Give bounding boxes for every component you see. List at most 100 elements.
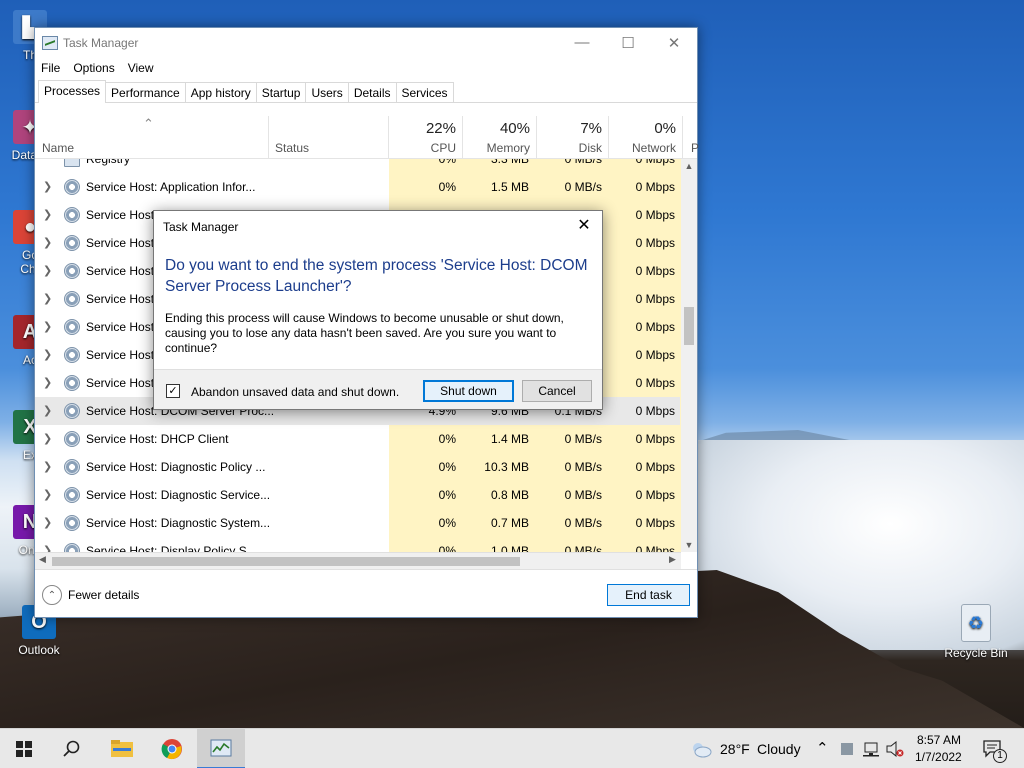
- expand-chevron-icon[interactable]: ❯: [43, 376, 52, 389]
- expand-chevron-icon[interactable]: ❯: [43, 516, 52, 529]
- tab-app-history[interactable]: App history: [184, 82, 257, 102]
- registry-icon: [64, 159, 80, 167]
- expand-chevron-icon[interactable]: ❯: [43, 404, 52, 417]
- search-icon: [63, 740, 80, 757]
- expand-chevron-icon[interactable]: ❯: [43, 460, 52, 473]
- notifications-button[interactable]: 1: [978, 729, 1008, 768]
- expand-chevron-icon[interactable]: ❯: [43, 208, 52, 221]
- volume-muted-icon[interactable]: [884, 729, 906, 768]
- chrome-button[interactable]: [148, 729, 196, 768]
- process-memory: 0.8 MB: [490, 488, 529, 502]
- vertical-scrollbar[interactable]: ▲ ▼: [681, 159, 697, 552]
- weather-icon[interactable]: [688, 729, 714, 768]
- process-cpu: 0%: [438, 516, 456, 530]
- tab-services[interactable]: Services: [395, 82, 454, 102]
- process-row[interactable]: ❯ Service Host: Application Infor... 0% 1.5…: [35, 173, 680, 201]
- column-cpu[interactable]: 22% CPU: [389, 116, 463, 159]
- process-name: Service Host: DHCP Client: [86, 432, 229, 446]
- process-network: 0 Mbps: [635, 264, 675, 278]
- scroll-right-icon[interactable]: ▶: [669, 554, 676, 565]
- cancel-button[interactable]: Cancel: [522, 380, 592, 402]
- scroll-left-icon[interactable]: ◀: [39, 554, 46, 565]
- tab-startup[interactable]: Startup: [255, 82, 307, 102]
- column-name[interactable]: Name: [35, 116, 269, 159]
- process-row[interactable]: ❯ Service Host: DHCP Client 0% 1.4 MB 0 MB/s…: [35, 425, 680, 453]
- horizontal-scroll-thumb[interactable]: [52, 557, 520, 566]
- column-power[interactable]: P: [683, 116, 700, 159]
- column-status[interactable]: Status: [269, 116, 389, 159]
- windows-logo-icon: [16, 741, 32, 757]
- fewer-details-button[interactable]: ⌃ Fewer details: [42, 585, 139, 605]
- column-disk[interactable]: 7% Disk: [537, 116, 609, 159]
- clock-date[interactable]: 1/7/2022: [915, 750, 962, 764]
- expand-chevron-icon[interactable]: ❯: [43, 488, 52, 501]
- tab-processes[interactable]: Processes: [38, 80, 107, 103]
- service-gear-icon: [64, 263, 80, 279]
- process-memory: 1.0 MB: [490, 544, 529, 552]
- abandon-data-label[interactable]: Abandon unsaved data and shut down.: [191, 385, 399, 399]
- folder-icon: [111, 740, 133, 757]
- expand-chevron-icon[interactable]: ❯: [43, 432, 52, 445]
- menu-options[interactable]: Options: [73, 61, 121, 75]
- network-total: 0%: [654, 120, 676, 137]
- tray-app-icon[interactable]: [838, 729, 856, 768]
- process-network: 0 Mbps: [635, 159, 675, 166]
- weather-description[interactable]: Cloudy: [757, 741, 801, 757]
- weather-temperature[interactable]: 28°F: [720, 741, 750, 757]
- close-button[interactable]: ✕: [651, 28, 697, 57]
- minimize-button[interactable]: —: [559, 28, 605, 57]
- service-gear-icon: [64, 515, 80, 531]
- service-gear-icon: [64, 291, 80, 307]
- process-memory: 10.3 MB: [484, 460, 529, 474]
- process-name: Service Host: Application Infor...: [86, 180, 256, 194]
- process-row[interactable]: ❯ Service Host: Display Policy S... 0% 1.0 …: [35, 537, 680, 552]
- service-gear-icon: [64, 487, 80, 503]
- process-disk: 0 MB/s: [564, 432, 602, 446]
- vertical-scroll-thumb[interactable]: [684, 307, 694, 345]
- menu-file[interactable]: File: [41, 61, 67, 75]
- tab-performance[interactable]: Performance: [105, 82, 186, 102]
- clock-time[interactable]: 8:57 AM: [917, 733, 961, 747]
- memory-total: 40%: [499, 120, 530, 137]
- expand-chevron-icon[interactable]: ❯: [43, 320, 52, 333]
- search-button[interactable]: [48, 729, 96, 768]
- expand-chevron-icon[interactable]: ❯: [43, 348, 52, 361]
- expand-chevron-icon[interactable]: ❯: [43, 292, 52, 305]
- column-memory[interactable]: 40% Memory: [463, 116, 537, 159]
- task-manager-taskbar-button[interactable]: [197, 729, 245, 768]
- menu-view[interactable]: View: [128, 61, 161, 75]
- show-hidden-icons-chevron-icon[interactable]: ⌃: [816, 739, 829, 757]
- disk-total: 7%: [580, 120, 602, 137]
- end-task-button[interactable]: End task: [607, 584, 690, 606]
- start-button[interactable]: [0, 729, 48, 768]
- column-power-label: P: [691, 141, 700, 155]
- expand-chevron-icon[interactable]: ❯: [43, 264, 52, 277]
- process-network: 0 Mbps: [635, 208, 675, 222]
- column-network[interactable]: 0% Network: [609, 116, 683, 159]
- process-disk: 0 MB/s: [564, 544, 602, 552]
- network-icon[interactable]: [861, 729, 883, 768]
- recycle-bin-shortcut[interactable]: ♻ Recycle Bin: [943, 604, 1009, 660]
- process-cpu: 0%: [438, 159, 456, 166]
- horizontal-scrollbar[interactable]: ◀ ▶: [35, 552, 681, 569]
- maximize-button[interactable]: ☐: [605, 28, 651, 57]
- process-row[interactable]: ❯ Service Host: Diagnostic Policy ... 0% 10…: [35, 453, 680, 481]
- tab-users[interactable]: Users: [305, 82, 349, 102]
- expand-chevron-icon[interactable]: ❯: [43, 544, 52, 552]
- scroll-down-icon[interactable]: ▼: [681, 540, 697, 550]
- shut-down-button[interactable]: Shut down: [423, 380, 514, 402]
- dialog-close-icon[interactable]: ✕: [572, 215, 596, 237]
- process-row[interactable]: ❯ Service Host: Diagnostic System... 0% 0.7…: [35, 509, 680, 537]
- file-explorer-button[interactable]: [98, 729, 146, 768]
- expand-chevron-icon[interactable]: ❯: [43, 180, 52, 193]
- process-row[interactable]: ❯ Service Host: Diagnostic Service... 0% 0.…: [35, 481, 680, 509]
- tab-details[interactable]: Details: [347, 82, 397, 102]
- expand-chevron-icon[interactable]: ❯: [43, 236, 52, 249]
- process-row[interactable]: Registry 0% 3.3 MB 0 MB/s 0 Mbps: [35, 159, 680, 173]
- process-cpu: 0%: [438, 488, 456, 502]
- process-memory: 0.7 MB: [490, 516, 529, 530]
- scroll-up-icon[interactable]: ▲: [681, 161, 697, 171]
- process-disk: 0 MB/s: [564, 488, 602, 502]
- abandon-data-checkbox[interactable]: ✓: [166, 384, 180, 398]
- title-bar[interactable]: Task Manager — ☐ ✕: [35, 28, 697, 57]
